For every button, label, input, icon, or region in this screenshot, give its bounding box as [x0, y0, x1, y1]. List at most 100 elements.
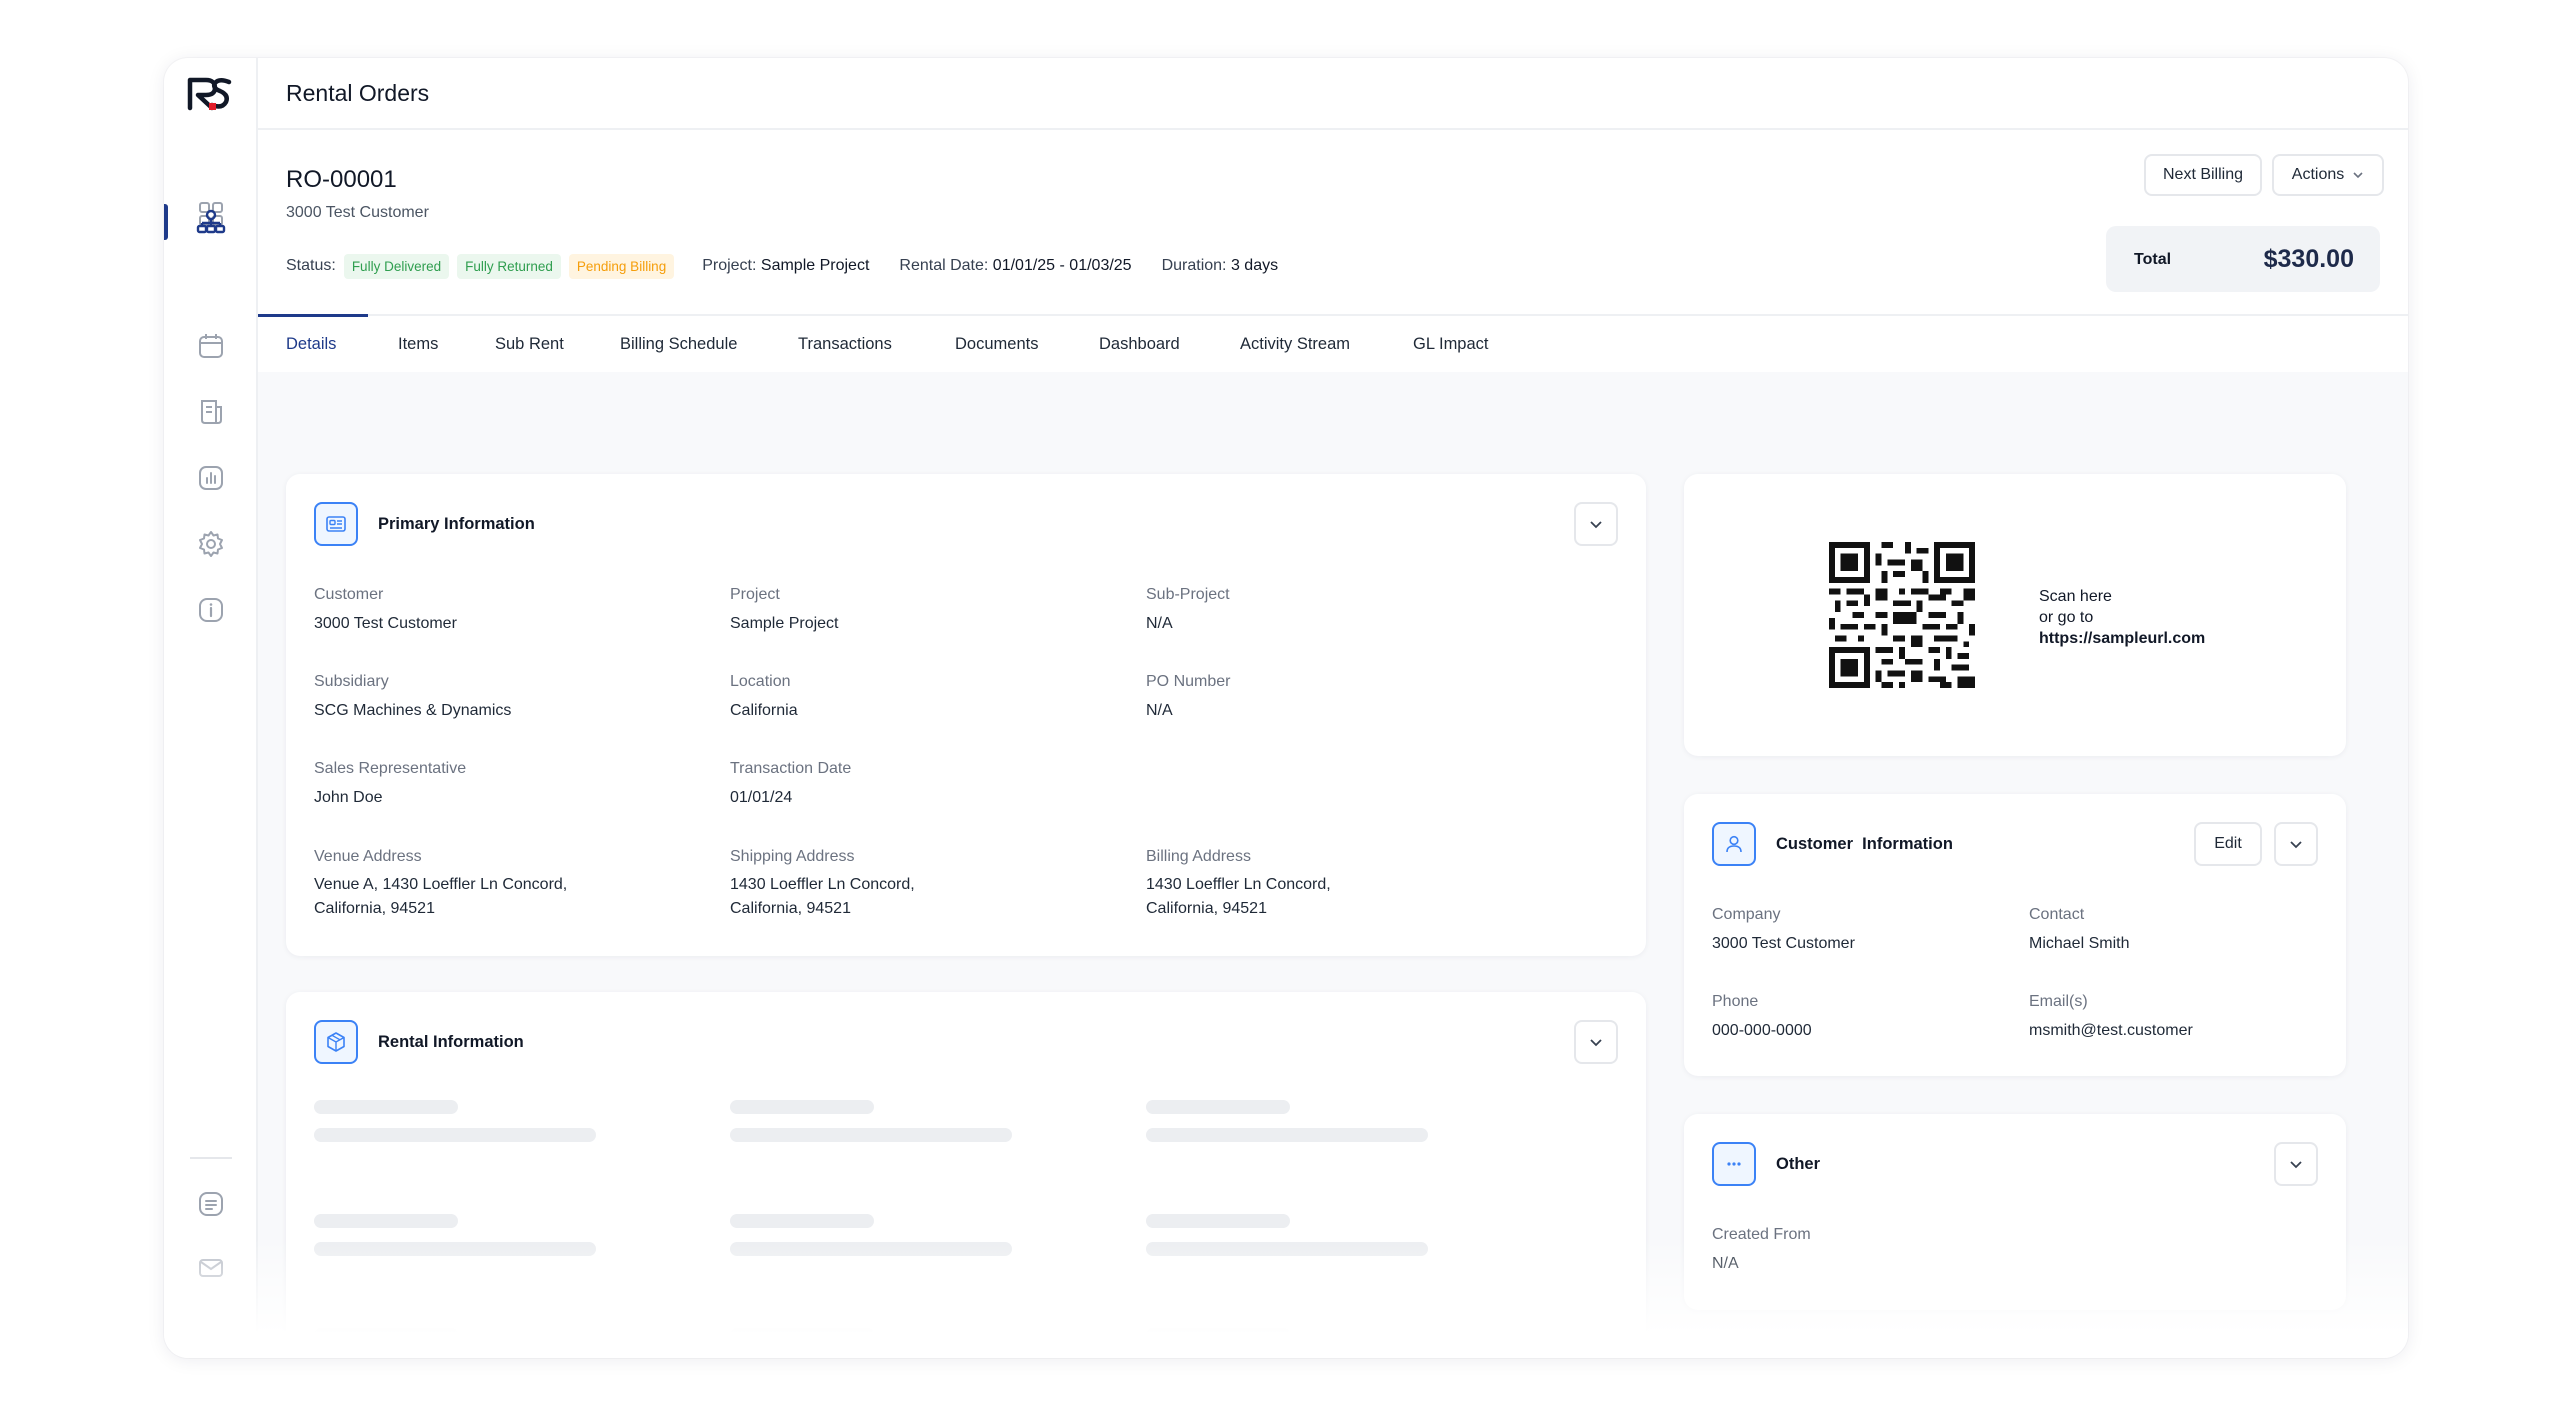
tab-sub-rent[interactable]: Sub Rent	[495, 316, 564, 372]
sidebar-item-mail[interactable]	[187, 1244, 235, 1292]
order-id: RO-00001	[286, 166, 397, 193]
chevron-down-icon	[2290, 841, 2302, 849]
field-label-sales-rep: Sales Representative	[314, 760, 467, 777]
field-label-transaction-date: Transaction Date	[730, 760, 852, 777]
field-value-shipping-address: 1430 Loeffler Ln Concord, California, 94…	[730, 873, 915, 921]
id-card-icon	[326, 516, 346, 532]
rental-information-card: Rental Information	[286, 992, 1646, 1358]
status-badge-delivered: Fully Delivered	[343, 253, 450, 279]
sidebar-item-calendar[interactable]	[187, 322, 235, 370]
rental-collapse-button[interactable]	[1574, 1020, 1618, 1064]
status-row: Status: Fully Delivered Fully Returned P…	[286, 252, 1278, 280]
skeleton-label	[314, 1214, 458, 1228]
venue-address-line1: Venue A, 1430 Loeffler Ln Concord,	[314, 876, 568, 893]
app-window: Rental Orders RO-00001 3000 Test Custome…	[164, 58, 2408, 1358]
billing-address-line1: 1430 Loeffler Ln Concord,	[1146, 876, 1331, 893]
field-label-location: Location	[730, 673, 791, 690]
tab-bar: Details Items Sub Rent Billing Schedule …	[258, 314, 2408, 372]
skeleton-label	[730, 1214, 874, 1228]
total-label: Total	[2134, 251, 2172, 268]
tab-gl-impact[interactable]: GL Impact	[1413, 316, 1489, 372]
field-label-contact: Contact	[2029, 906, 2085, 923]
sidebar	[164, 58, 258, 1358]
status-badge-billing: Pending Billing	[568, 253, 675, 279]
field-label-sub-project: Sub-Project	[1146, 586, 1230, 603]
field-value-venue-address: Venue A, 1430 Loeffler Ln Concord, Calif…	[314, 873, 567, 921]
chevron-down-icon	[1590, 521, 1602, 529]
content-area: Primary Information Customer 3000 Test C…	[258, 372, 2408, 1358]
actions-dropdown-button[interactable]: Actions	[2272, 154, 2384, 196]
chevron-down-icon	[2290, 1161, 2302, 1169]
tab-items[interactable]: Items	[398, 316, 438, 372]
field-label-po-number: PO Number	[1146, 673, 1231, 690]
skeleton-label	[1146, 1100, 1290, 1114]
field-label-emails: Email(s)	[2029, 993, 2088, 1010]
project-value: Sample Project	[760, 257, 870, 274]
sidebar-active-indicator	[164, 204, 168, 240]
field-label-venue-address: Venue Address	[314, 848, 422, 865]
user-icon	[1726, 835, 1742, 853]
next-billing-button[interactable]: Next Billing	[2144, 154, 2262, 196]
field-value-sub-project: N/A	[1146, 615, 1173, 632]
project-label: Project:	[702, 257, 757, 274]
report-chart-icon	[199, 466, 223, 490]
info-icon	[199, 598, 223, 622]
tab-transactions[interactable]: Transactions	[798, 316, 892, 372]
total-summary: Total $330.00	[2106, 226, 2380, 292]
skeleton-value	[1146, 1128, 1428, 1142]
field-label-subsidiary: Subsidiary	[314, 673, 389, 690]
qr-line1: Scan here	[2039, 588, 2112, 605]
field-value-location: California	[730, 702, 798, 719]
field-value-company: 3000 Test Customer	[1712, 935, 1855, 952]
chevron-down-icon	[1590, 1039, 1602, 1047]
qr-code-image[interactable]	[1829, 542, 1975, 688]
skeleton-label	[314, 1328, 458, 1342]
field-label-created-from: Created From	[1712, 1226, 1811, 1243]
field-label-customer: Customer	[314, 586, 384, 603]
document-icon	[201, 400, 222, 424]
sidebar-item-settings[interactable]	[187, 520, 235, 568]
qr-url-link[interactable]: https://sampleurl.com	[2039, 628, 2205, 649]
customer-information-card: Customer Information Edit Company 3000 T…	[1684, 794, 2346, 1076]
field-label-shipping-address: Shipping Address	[730, 848, 855, 865]
project-meta: Project: Sample Project	[702, 257, 869, 275]
field-value-subsidiary: SCG Machines & Dynamics	[314, 702, 512, 719]
qr-line2: or go to	[2039, 609, 2094, 626]
tab-documents[interactable]: Documents	[955, 316, 1038, 372]
qr-code-card: Scan here or go to https://sampleurl.com	[1684, 474, 2346, 756]
tab-dashboard[interactable]: Dashboard	[1099, 316, 1180, 372]
actions-label: Actions	[2291, 166, 2345, 183]
field-label-company: Company	[1712, 906, 1781, 923]
sidebar-item-chat[interactable]	[187, 1180, 235, 1228]
tab-billing-schedule[interactable]: Billing Schedule	[620, 316, 737, 372]
tab-details[interactable]: Details	[286, 316, 336, 372]
sidebar-item-rental-orders[interactable]	[187, 198, 235, 246]
rental-card-icon	[314, 1020, 358, 1064]
edit-customer-button[interactable]: Edit	[2194, 822, 2262, 866]
billing-address-line2: California, 94521	[1146, 900, 1267, 917]
sidebar-divider	[190, 1157, 232, 1159]
status-label: Status:	[286, 257, 336, 274]
customer-collapse-button[interactable]	[2274, 822, 2318, 866]
duration-meta: Duration: 3 days	[1162, 257, 1279, 275]
skeleton-value	[730, 1128, 1012, 1142]
sidebar-item-info[interactable]	[187, 586, 235, 634]
shipping-address-line1: 1430 Loeffler Ln Concord,	[730, 876, 915, 893]
primary-collapse-button[interactable]	[1574, 502, 1618, 546]
sidebar-item-reports[interactable]	[187, 454, 235, 502]
status-badge-returned: Fully Returned	[457, 253, 561, 279]
customer-card-title: Customer Information	[1776, 835, 1953, 853]
skeleton-label	[314, 1100, 458, 1114]
rental-card-title: Rental Information	[378, 1033, 524, 1051]
calendar-icon	[199, 334, 223, 358]
rental-date-value: 01/01/25 - 01/03/25	[992, 257, 1132, 274]
more-dots-icon	[1727, 1162, 1741, 1166]
qr-scan-instructions: Scan here or go to https://sampleurl.com	[2039, 586, 2205, 649]
other-card: Other Created From N/A	[1684, 1114, 2346, 1310]
brand-logo[interactable]	[184, 74, 234, 114]
skeleton-label	[1146, 1214, 1290, 1228]
other-collapse-button[interactable]	[2274, 1142, 2318, 1186]
primary-information-card: Primary Information Customer 3000 Test C…	[286, 474, 1646, 956]
sidebar-item-documents[interactable]	[187, 388, 235, 436]
tab-activity-stream[interactable]: Activity Stream	[1240, 316, 1350, 372]
